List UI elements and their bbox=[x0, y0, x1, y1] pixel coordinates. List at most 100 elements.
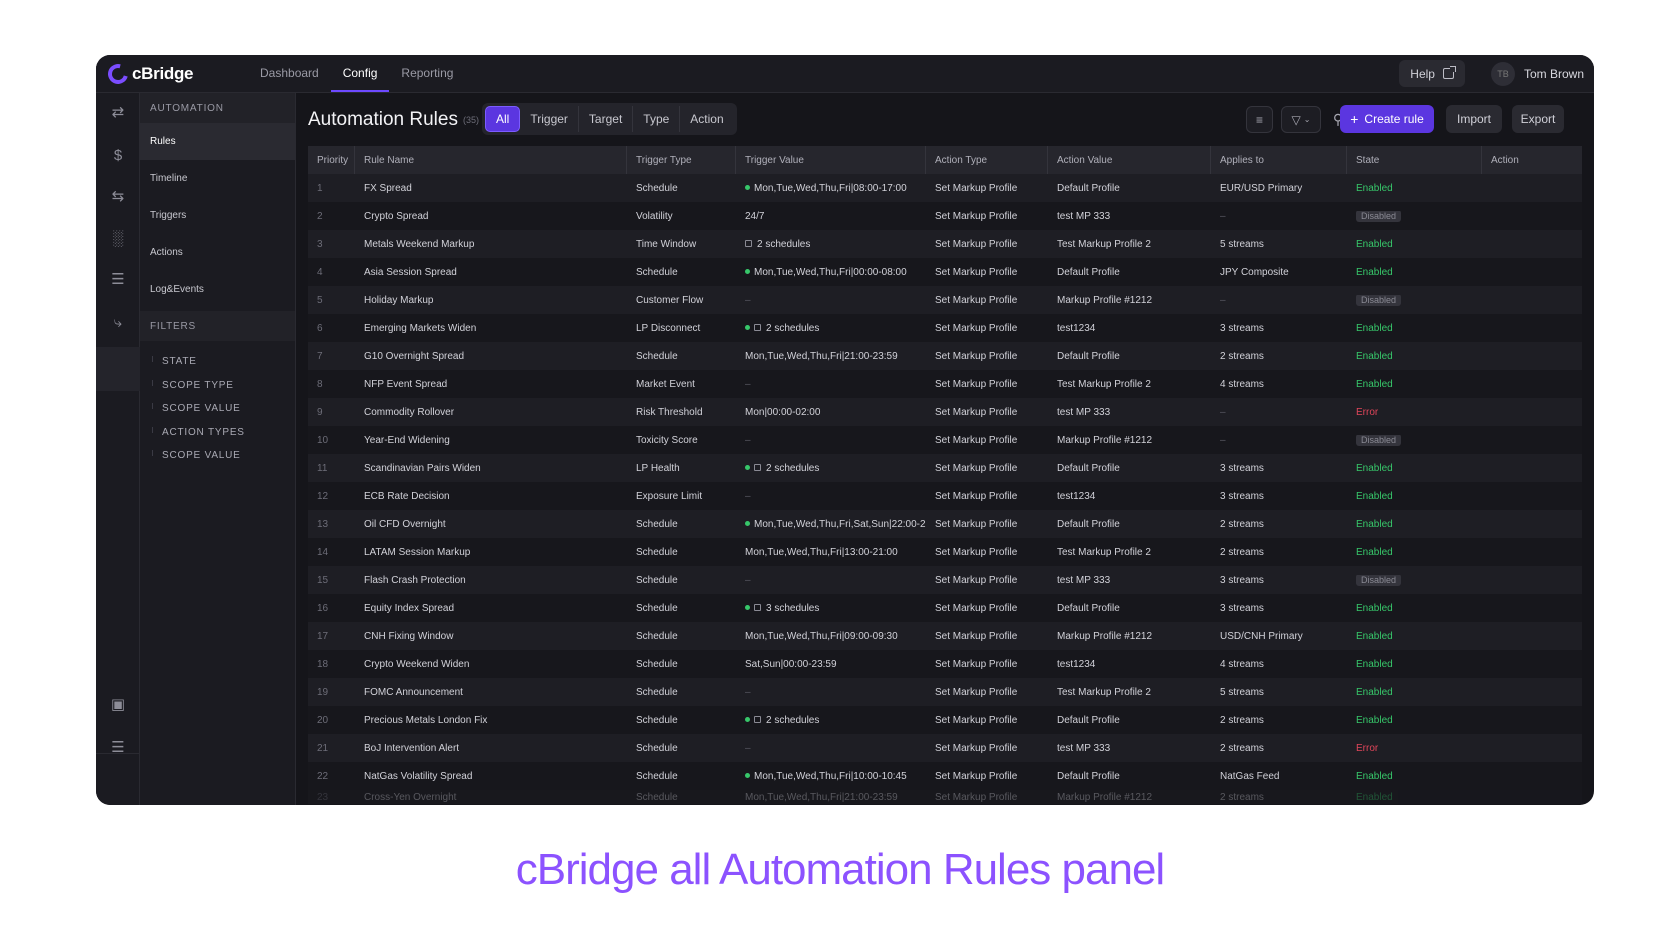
column-header-trigger-value[interactable]: Trigger Value bbox=[736, 146, 926, 174]
status-badge[interactable]: Enabled bbox=[1356, 547, 1393, 558]
table-row[interactable]: 19 FOMC Announcement Schedule – Set Markup P… bbox=[308, 678, 1582, 706]
status-badge[interactable]: Enabled bbox=[1356, 792, 1393, 803]
rule-name-cell[interactable]: G10 Overnight Spread bbox=[355, 351, 627, 362]
status-badge[interactable]: Enabled bbox=[1356, 519, 1393, 530]
exchange-icon[interactable]: ⇄ bbox=[107, 101, 129, 123]
status-badge[interactable]: Enabled bbox=[1356, 687, 1393, 698]
status-badge[interactable]: Enabled bbox=[1356, 771, 1393, 782]
filter-dropdown-button[interactable]: ▽ ⌄ bbox=[1281, 106, 1321, 133]
table-row[interactable]: 2 Crypto Spread Volatility 24/7 Set Markup P… bbox=[308, 202, 1582, 230]
status-badge[interactable]: Enabled bbox=[1356, 379, 1393, 390]
table-row[interactable]: 7 G10 Overnight Spread Schedule Mon,Tue,Wed… bbox=[308, 342, 1582, 370]
rule-name-cell[interactable]: Oil CFD Overnight bbox=[355, 519, 627, 530]
column-header-action[interactable]: Action bbox=[1482, 146, 1582, 174]
table-row[interactable]: 4 Asia Session Spread Schedule Mon,Tue,Wed,… bbox=[308, 258, 1582, 286]
table-row[interactable]: 17 CNH Fixing Window Schedule Mon,Tue,Wed,T… bbox=[308, 622, 1582, 650]
rule-name-cell[interactable]: FX Spread bbox=[355, 183, 627, 194]
tab-all[interactable]: All bbox=[485, 106, 521, 132]
status-badge[interactable]: Enabled bbox=[1356, 715, 1393, 726]
rule-name-cell[interactable]: Cross-Yen Overnight bbox=[355, 792, 627, 803]
table-row[interactable]: 8 NFP Event Spread Market Event – Set Markup… bbox=[308, 370, 1582, 398]
rule-name-cell[interactable]: NatGas Volatility Spread bbox=[355, 771, 627, 782]
rule-name-cell[interactable]: CNH Fixing Window bbox=[355, 631, 627, 642]
column-header-action-value[interactable]: Action Value bbox=[1048, 146, 1211, 174]
table-row[interactable]: 13 Oil CFD Overnight Schedule Mon,Tue,Wed,T… bbox=[308, 510, 1582, 538]
rule-name-cell[interactable]: Flash Crash Protection bbox=[355, 575, 627, 586]
columns-button[interactable]: ≡ bbox=[1246, 106, 1273, 133]
status-badge[interactable]: Disabled bbox=[1356, 574, 1402, 586]
rule-name-cell[interactable]: Precious Metals London Fix bbox=[355, 715, 627, 726]
table-row[interactable]: 3 Metals Weekend Markup Time Window 2 sched… bbox=[308, 230, 1582, 258]
sidebar-item-triggers[interactable]: Triggers bbox=[140, 197, 295, 234]
table-row[interactable]: 23 Cross-Yen Overnight Schedule Mon,Tue,Wed… bbox=[308, 790, 1582, 804]
column-header-applies-to[interactable]: Applies to bbox=[1211, 146, 1347, 174]
import-button[interactable]: Import bbox=[1446, 105, 1502, 133]
tab-type[interactable]: Type bbox=[633, 106, 681, 132]
rule-name-cell[interactable]: ECB Rate Decision bbox=[355, 491, 627, 502]
table-row[interactable]: 10 Year-End Widening Toxicity Score – Set Ma… bbox=[308, 426, 1582, 454]
column-header-trigger-type[interactable]: Trigger Type bbox=[627, 146, 736, 174]
arrows-icon[interactable]: ⇆ bbox=[107, 185, 129, 207]
status-badge[interactable]: Enabled bbox=[1356, 491, 1393, 502]
nav-config[interactable]: Config bbox=[330, 55, 390, 92]
status-badge[interactable]: Disabled bbox=[1356, 210, 1402, 222]
rule-name-cell[interactable]: LATAM Session Markup bbox=[355, 547, 627, 558]
rule-name-cell[interactable]: Asia Session Spread bbox=[355, 267, 627, 278]
status-badge[interactable]: Error bbox=[1356, 407, 1378, 418]
rule-name-cell[interactable]: Scandinavian Pairs Widen bbox=[355, 463, 627, 474]
status-badge[interactable]: Enabled bbox=[1356, 183, 1393, 194]
rule-name-cell[interactable]: Crypto Weekend Widen bbox=[355, 659, 627, 670]
status-badge[interactable]: Enabled bbox=[1356, 239, 1393, 250]
nav-dashboard[interactable]: Dashboard bbox=[248, 55, 331, 92]
status-badge[interactable]: Error bbox=[1356, 743, 1378, 754]
chart-icon[interactable]: ░ bbox=[107, 227, 129, 249]
nav-reporting[interactable]: Reporting bbox=[389, 55, 465, 92]
status-badge[interactable]: Enabled bbox=[1356, 267, 1393, 278]
status-badge[interactable]: Enabled bbox=[1356, 351, 1393, 362]
table-row[interactable]: 16 Equity Index Spread Schedule 3 schedules… bbox=[308, 594, 1582, 622]
column-header-state[interactable]: State bbox=[1347, 146, 1482, 174]
sidebar-item-timeline[interactable]: Timeline bbox=[140, 160, 295, 197]
table-row[interactable]: 9 Commodity Rollover Risk Threshold Mon|00:… bbox=[308, 398, 1582, 426]
status-badge[interactable]: Enabled bbox=[1356, 659, 1393, 670]
logo[interactable]: cBridge bbox=[104, 59, 238, 88]
table-row[interactable]: 5 Holiday Markup Customer Flow – Set Markup … bbox=[308, 286, 1582, 314]
table-row[interactable]: 1 FX Spread Schedule Mon,Tue,Wed,Thu,Fri|08… bbox=[308, 174, 1582, 202]
help-button[interactable]: Help bbox=[1399, 60, 1465, 87]
status-badge[interactable]: Enabled bbox=[1356, 323, 1393, 334]
export-button[interactable]: Export bbox=[1512, 105, 1564, 133]
table-row[interactable]: 18 Crypto Weekend Widen Schedule Sat,Sun|00… bbox=[308, 650, 1582, 678]
table-row[interactable]: 6 Emerging Markets Widen LP Disconnect 2 sc… bbox=[308, 314, 1582, 342]
column-header-priority[interactable]: Priority bbox=[308, 146, 355, 174]
table-row[interactable]: 14 LATAM Session Markup Schedule Mon,Tue,We… bbox=[308, 538, 1582, 566]
rule-name-cell[interactable]: NFP Event Spread bbox=[355, 379, 627, 390]
status-badge[interactable]: Enabled bbox=[1356, 603, 1393, 614]
bolt-icon[interactable]: ⤷ bbox=[107, 311, 129, 333]
sidebar-item-rules[interactable]: Rules bbox=[140, 123, 295, 160]
filter-scope-value[interactable]: SCOPE VALUE bbox=[140, 444, 295, 468]
table-row[interactable]: 15 Flash Crash Protection Schedule – Set Mar… bbox=[308, 566, 1582, 594]
table-row[interactable]: 22 NatGas Volatility Spread Schedule Mon,Tu… bbox=[308, 762, 1582, 790]
table-row[interactable]: 12 ECB Rate Decision Exposure Limit – Set Ma… bbox=[308, 482, 1582, 510]
table-row[interactable]: 21 BoJ Intervention Alert Schedule – Set Mar… bbox=[308, 734, 1582, 762]
rule-name-cell[interactable]: Commodity Rollover bbox=[355, 407, 627, 418]
status-badge[interactable]: Enabled bbox=[1356, 631, 1393, 642]
column-header-rule-name[interactable]: Rule Name bbox=[355, 146, 627, 174]
table-row[interactable]: 11 Scandinavian Pairs Widen LP Health 2 sch… bbox=[308, 454, 1582, 482]
status-badge[interactable]: Enabled bbox=[1356, 463, 1393, 474]
avatar[interactable]: TB bbox=[1490, 61, 1515, 86]
tab-action[interactable]: Action bbox=[680, 106, 733, 132]
status-badge[interactable]: Disabled bbox=[1356, 434, 1402, 446]
sidebar-item-actions[interactable]: Actions bbox=[140, 234, 295, 271]
rule-name-cell[interactable]: BoJ Intervention Alert bbox=[355, 743, 627, 754]
column-header-action-type[interactable]: Action Type bbox=[926, 146, 1048, 174]
sliders-icon[interactable]: ☰ bbox=[107, 268, 129, 290]
sidebar-item-logevents[interactable]: Log&Events bbox=[140, 271, 295, 308]
filter-scope-type[interactable]: SCOPE TYPE bbox=[140, 374, 295, 398]
filter-state[interactable]: STATE bbox=[140, 350, 295, 374]
tab-target[interactable]: Target bbox=[579, 106, 634, 132]
box-icon[interactable]: ▣ bbox=[107, 693, 129, 715]
rule-name-cell[interactable]: Emerging Markets Widen bbox=[355, 323, 627, 334]
create-rule-button[interactable]: + Create rule bbox=[1340, 105, 1434, 133]
rule-name-cell[interactable]: Holiday Markup bbox=[355, 295, 627, 306]
